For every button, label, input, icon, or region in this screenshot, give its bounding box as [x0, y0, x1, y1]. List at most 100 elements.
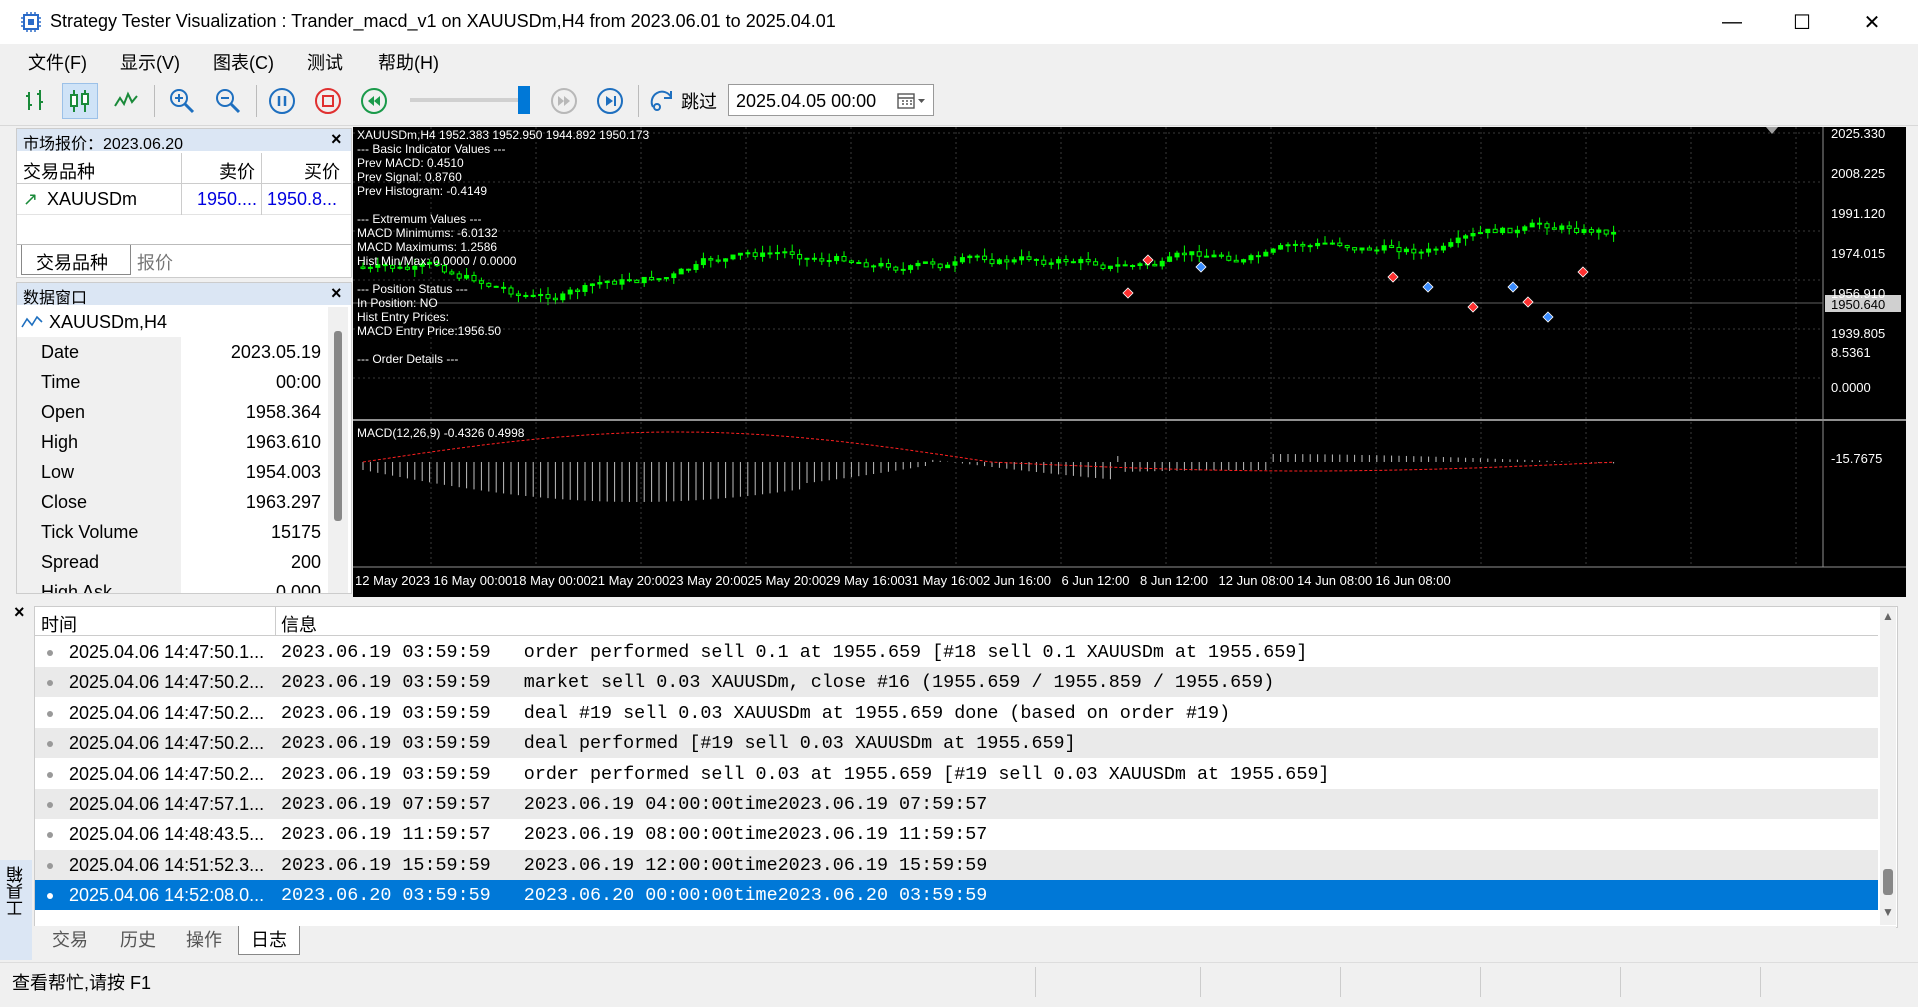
market-watch-row[interactable]: ↗ XAUUSDm 1950.... 1950.8... [17, 184, 351, 215]
candle-body [1426, 248, 1432, 253]
rewind-button[interactable] [356, 83, 392, 119]
log-row[interactable]: 2025.04.06 14:47:50.2... 2023.06.19 03:59… [35, 759, 1878, 789]
price-chart[interactable]: 1950.640 XAUUSDm,H4 1952.383 1952.950 194… [353, 126, 1906, 597]
bar-chart-button[interactable] [18, 83, 54, 119]
chart-info-line: In Position: NO [357, 296, 438, 310]
toolbar: 跳过 [0, 77, 1918, 126]
fast-forward-button[interactable] [546, 83, 582, 119]
toolbox-side-tab[interactable]: 工具箱 [0, 860, 32, 960]
scroll-up-icon[interactable]: ▲ [1882, 609, 1894, 623]
col-symbol[interactable]: 交易品种 [23, 158, 95, 184]
log-row[interactable]: 2025.04.06 14:47:57.1... 2023.06.19 07:59… [35, 789, 1878, 819]
calendar-icon[interactable] [897, 92, 927, 110]
jump-button[interactable]: 跳过 [644, 83, 722, 119]
tab-journal[interactable]: 日志 [238, 926, 300, 955]
col-bid[interactable]: 卖价 [219, 158, 255, 184]
market-watch-panel: 市场报价：2023.06.20 × 交易品种 卖价 买价 ↗ XAUUSDm 1… [16, 128, 352, 278]
log-row[interactable]: 2025.04.06 14:47:50.2... 2023.06.19 03:59… [35, 728, 1878, 759]
log-row[interactable]: 2025.04.06 14:51:52.3... 2023.06.19 15:59… [35, 849, 1878, 880]
candle-body [478, 280, 484, 284]
data-row-value: 1963.297 [245, 492, 321, 512]
maximize-button[interactable]: ☐ [1767, 0, 1837, 44]
log-row[interactable]: 2025.04.06 14:47:50.2... 2023.06.19 03:59… [35, 667, 1878, 698]
data-row-label: High Ask [41, 582, 113, 594]
scroll-down-icon[interactable]: ▼ [1882, 905, 1894, 919]
log-row[interactable]: 2025.04.06 14:48:43.5... 2023.06.19 11:59… [35, 819, 1878, 849]
data-scrollbar-thumb[interactable] [334, 331, 342, 521]
speed-slider-track[interactable] [410, 98, 528, 102]
candle-body [1115, 264, 1121, 267]
log-scrollbar-thumb[interactable] [1883, 869, 1893, 895]
price-tick-label: 1974.015 [1831, 246, 1885, 261]
line-chart-button[interactable] [108, 83, 144, 119]
candle-chart-button[interactable] [62, 83, 98, 119]
candle-body [493, 285, 499, 288]
data-scrollbar[interactable] [328, 307, 348, 593]
pause-button[interactable] [264, 83, 300, 119]
candle-body [774, 252, 780, 255]
log-time: 2025.04.06 14:52:08.0... [69, 885, 265, 906]
status-divider [1760, 967, 1761, 997]
candle-body [1218, 254, 1224, 257]
tab-operations[interactable]: 操作 [174, 926, 234, 954]
close-panel-icon[interactable]: × [331, 129, 342, 150]
candle-body [782, 251, 788, 254]
candle-body [1130, 265, 1136, 268]
row-symbol: XAUUSDm [47, 189, 138, 209]
log-row[interactable]: 2025.04.06 14:47:50.2... 2023.06.19 03:59… [35, 698, 1878, 728]
stop-button[interactable] [310, 83, 346, 119]
candle-body [767, 252, 773, 255]
zoom-in-button[interactable] [164, 83, 200, 119]
data-row-label: High [41, 432, 79, 452]
step-forward-button[interactable] [592, 83, 628, 119]
candle-body [1374, 249, 1380, 252]
candle-body [1292, 243, 1298, 246]
trade-marker-icon [1122, 287, 1134, 299]
candle-body [1107, 265, 1113, 269]
col-ask[interactable]: 买价 [304, 158, 340, 184]
col-time[interactable]: 时间 [41, 611, 77, 637]
tab-history[interactable]: 历史 [108, 926, 168, 954]
menu-file[interactable]: 文件(F) [28, 49, 87, 75]
menu-test[interactable]: 测试 [307, 49, 343, 75]
speed-slider-thumb[interactable] [518, 86, 530, 114]
jump-date-value: 2025.04.05 00:00 [736, 91, 877, 111]
candle-body [538, 294, 544, 297]
data-row: Spread 200 [17, 547, 327, 578]
chart-info-line: MACD Entry Price:1956.50 [357, 324, 501, 338]
close-window-button[interactable]: ✕ [1837, 0, 1907, 44]
log-row[interactable]: 2025.04.06 14:47:50.1... 2023.06.19 03:59… [35, 637, 1878, 667]
data-row-label: Tick Volume [41, 522, 139, 542]
tab-symbols[interactable]: 交易品种 [21, 245, 131, 275]
candle-body [900, 268, 906, 271]
log-row[interactable]: 2025.04.06 14:52:08.0... 2023.06.20 03:59… [35, 880, 1878, 911]
candle-body [641, 276, 647, 284]
tab-quotes[interactable]: 报价 [137, 249, 173, 275]
chart-canvas[interactable]: 1950.640XAUUSDm,H4 1952.383 1952.950 194… [353, 126, 1906, 597]
data-row-label: Close [41, 492, 88, 512]
candle-body [1085, 258, 1091, 263]
chart-info-line: --- Basic Indicator Values --- [357, 142, 505, 156]
menu-chart[interactable]: 图表(C) [213, 49, 274, 75]
candle-body [723, 258, 729, 262]
candle-body [471, 274, 477, 282]
zoom-out-button[interactable] [210, 83, 246, 119]
minimize-button[interactable]: — [1697, 0, 1767, 44]
tab-trade[interactable]: 交易 [40, 926, 100, 954]
col-message[interactable]: 信息 [281, 611, 317, 637]
data-window-header: 数据窗口 × [17, 283, 351, 307]
close-toolbox-icon[interactable]: × [14, 602, 34, 622]
chart-info-line: MACD Minimums: -6.0132 [357, 226, 498, 240]
close-panel-icon[interactable]: × [331, 283, 342, 304]
log-scrollbar[interactable]: ▲ ▼ [1880, 607, 1896, 925]
toolbox-label: 工具箱 [7, 866, 26, 917]
jump-date-input[interactable]: 2025.04.05 00:00 [728, 84, 934, 116]
candle-body [1270, 248, 1276, 253]
candle-body [1300, 243, 1306, 247]
left-frame [0, 128, 14, 958]
candle-body [745, 252, 751, 255]
menu-help[interactable]: 帮助(H) [378, 49, 439, 75]
data-row-label: Date [41, 342, 80, 362]
time-tick-label: 21 May 20:00 [591, 573, 670, 588]
menu-view[interactable]: 显示(V) [120, 49, 180, 75]
